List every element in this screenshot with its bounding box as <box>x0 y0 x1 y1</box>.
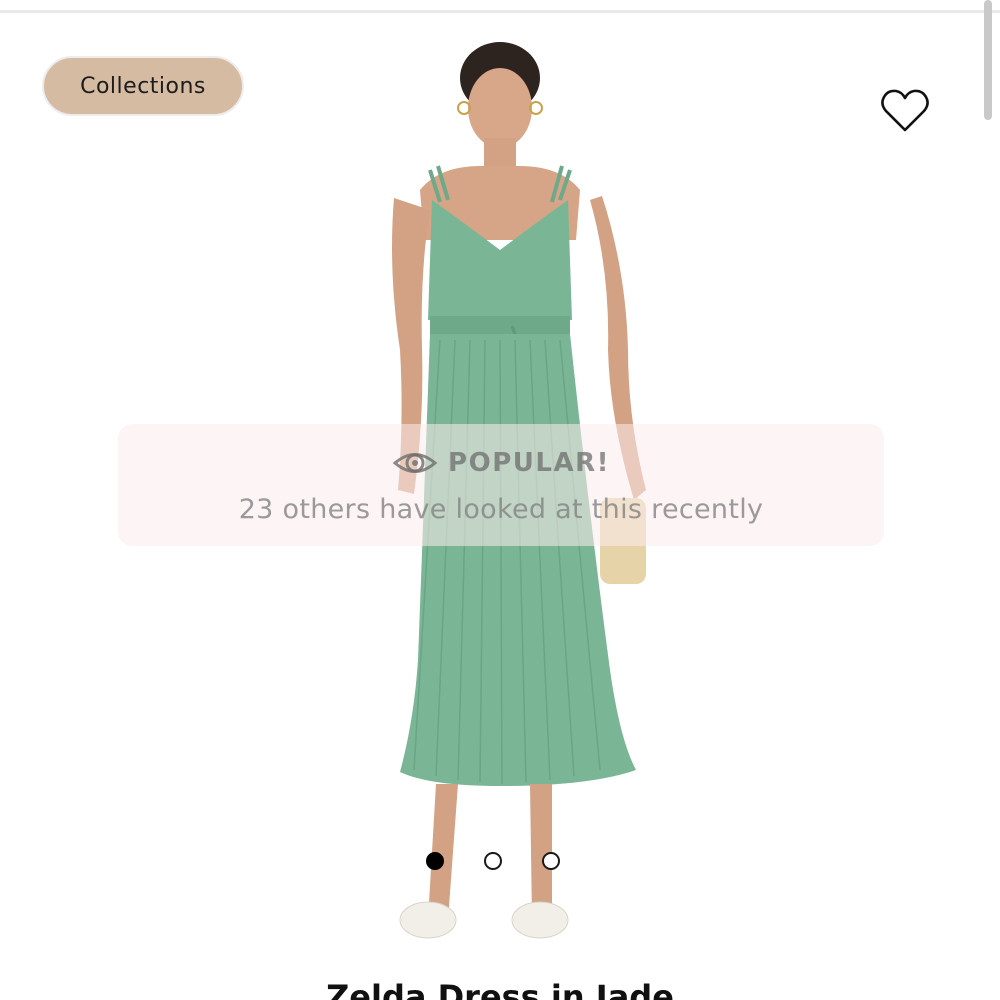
popular-message: 23 others have looked at this recently <box>238 494 764 525</box>
carousel-dot[interactable] <box>484 852 502 870</box>
product-page: Collections POPULAR! 23 others have look… <box>0 0 1000 1000</box>
popular-row: POPULAR! <box>118 446 884 480</box>
product-title: Zelda Dress in Jade <box>326 978 674 1000</box>
eye-icon <box>392 453 438 473</box>
carousel-dot[interactable] <box>426 852 444 870</box>
carousel-indicators <box>426 852 560 870</box>
scrollbar[interactable] <box>984 0 992 120</box>
carousel-dot[interactable] <box>542 852 560 870</box>
top-divider <box>0 10 1000 13</box>
popular-label: POPULAR! <box>448 448 610 478</box>
popular-notice: POPULAR! 23 others have looked at this r… <box>118 424 884 546</box>
collections-button[interactable]: Collections <box>42 56 244 116</box>
heart-icon[interactable] <box>878 84 932 138</box>
